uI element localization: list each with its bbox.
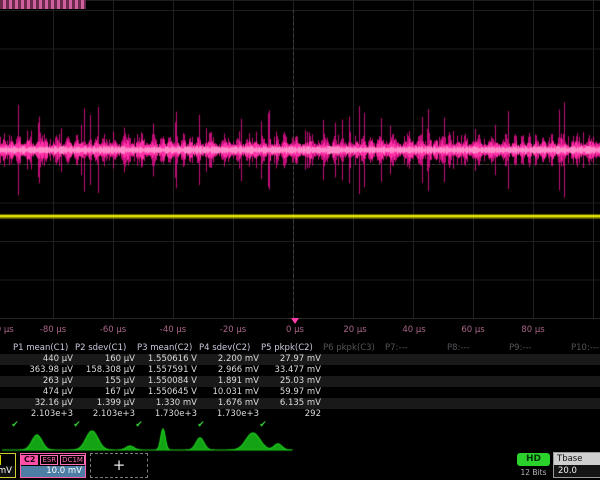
param-value: 1.676 mV [199, 398, 259, 408]
plus-icon: + [113, 456, 126, 474]
param-value: 155 µV [75, 376, 135, 386]
oscilloscope-screen: 00 µs -80 µs -60 µs -40 µs -20 µs 0 µs 20 µs 40… [0, 0, 600, 480]
param-header[interactable]: P5 pkpk(C2) [261, 343, 313, 353]
bottom-status-bar: C1 DC1M 10.0 mV C2 ESR DC1M 10.0 mV + HD… [0, 452, 600, 480]
param-header[interactable]: P4 sdev(C2) [199, 343, 250, 353]
param-header-unused[interactable]: P10:--- [571, 343, 599, 353]
param-value: 1.891 mV [199, 376, 259, 386]
param-value: 27.97 mV [261, 354, 321, 364]
param-header-unused[interactable]: P9:--- [509, 343, 532, 353]
param-value: 1.399 µV [75, 398, 135, 408]
param-value: 1.550084 V [137, 376, 197, 386]
c2-coupling-badge: DC1M [60, 455, 85, 465]
param-value: 1.330 mV [137, 398, 197, 408]
time-axis-label: -60 µs [100, 325, 126, 335]
histogram-canvas [0, 428, 600, 452]
param-value: 33.477 mV [261, 365, 321, 375]
param-value: 32.16 µV [13, 398, 73, 408]
hd-mode-badge[interactable]: HD [517, 453, 550, 466]
time-axis-label: -80 µs [40, 325, 66, 335]
c2-eres-badge: ESR [40, 455, 58, 465]
hd-bits-label: 12 Bits [517, 468, 550, 477]
param-value: 10.031 mV [199, 387, 259, 397]
trace-label-badge[interactable] [0, 0, 86, 9]
param-value: 59.97 mV [261, 387, 321, 397]
c1-coupling-badge: DC1M [0, 455, 1, 465]
c2-volts-per-div: 10.0 mV [21, 466, 85, 477]
timebase-title: Tbase [554, 453, 600, 465]
timebase-value: 20.0 [554, 465, 600, 477]
channel-c2-descriptor[interactable]: C2 ESR DC1M 10.0 mV [20, 453, 86, 478]
param-header-unused[interactable]: P8:--- [447, 343, 470, 353]
time-axis-label: 60 µs [461, 325, 484, 335]
time-axis-label: -40 µs [160, 325, 186, 335]
time-axis-label: 0 µs [286, 325, 304, 335]
time-axis-label: 20 µs [343, 325, 366, 335]
param-value: 167 µV [75, 387, 135, 397]
param-header-unused[interactable]: P6 pkpk(C3) [323, 343, 375, 353]
time-axis-label: 40 µs [402, 325, 425, 335]
timebase-descriptor[interactable]: Tbase 20.0 [553, 452, 600, 478]
param-value: 474 µV [13, 387, 73, 397]
param-value: 6.135 mV [261, 398, 321, 408]
add-trace-button[interactable]: + [90, 453, 148, 478]
param-value: 1.557591 V [137, 365, 197, 375]
channel-c1-descriptor[interactable]: C1 DC1M 10.0 mV [0, 453, 16, 478]
time-axis-label: 00 µs [0, 325, 14, 335]
param-value: 263 µV [13, 376, 73, 386]
param-value: 1.550645 V [137, 387, 197, 397]
table-row: P1 mean(C1) P2 sdev(C1) P3 mean(C2) P4 sdev… [0, 343, 600, 354]
param-value: 440 µV [13, 354, 73, 364]
time-axis-label: 80 µs [521, 325, 544, 335]
param-value: 363.98 µV [13, 365, 73, 375]
param-value: 158.308 µV [75, 365, 135, 375]
trigger-position-marker[interactable] [291, 318, 299, 324]
param-value: 2.103e+3 [13, 409, 73, 419]
param-header[interactable]: P3 mean(C2) [137, 343, 192, 353]
param-value: 25.03 mV [261, 376, 321, 386]
c2-channel-badge: C2 [21, 455, 38, 465]
time-axis-label: -20 µs [220, 325, 246, 335]
param-value: 1.730e+3 [199, 409, 259, 419]
measurement-table[interactable]: P1 mean(C1) P2 sdev(C1) P3 mean(C2) P4 sdev… [0, 343, 600, 431]
time-axis: 00 µs -80 µs -60 µs -40 µs -20 µs 0 µs 20 µs 40… [0, 318, 600, 344]
param-value: 2.966 mV [199, 365, 259, 375]
param-header[interactable]: P1 mean(C1) [13, 343, 68, 353]
table-row: 2.103e+32.103e+31.730e+31.730e+3292 [0, 409, 600, 420]
param-value: 160 µV [75, 354, 135, 364]
table-row: 32.16 µV1.399 µV1.330 mV1.676 mV6.135 mV [0, 398, 600, 409]
param-value: 2.200 mV [199, 354, 259, 364]
param-value: 1.730e+3 [137, 409, 197, 419]
c1-volts-per-div: 10.0 mV [0, 466, 15, 477]
param-header-unused[interactable]: P7:--- [385, 343, 408, 353]
table-row: 440 µV160 µV1.550616 V2.200 mV27.97 mV [0, 354, 600, 365]
table-row: 474 µV167 µV1.550645 V10.031 mV59.97 mV [0, 387, 600, 398]
param-value: 292 [261, 409, 321, 419]
param-header[interactable]: P2 sdev(C1) [75, 343, 126, 353]
table-row: 263 µV155 µV1.550084 V1.891 mV25.03 mV [0, 376, 600, 387]
table-row: 363.98 µV158.308 µV1.557591 V2.966 mV33.… [0, 365, 600, 376]
param-value: 2.103e+3 [75, 409, 135, 419]
param-value: 1.550616 V [137, 354, 197, 364]
